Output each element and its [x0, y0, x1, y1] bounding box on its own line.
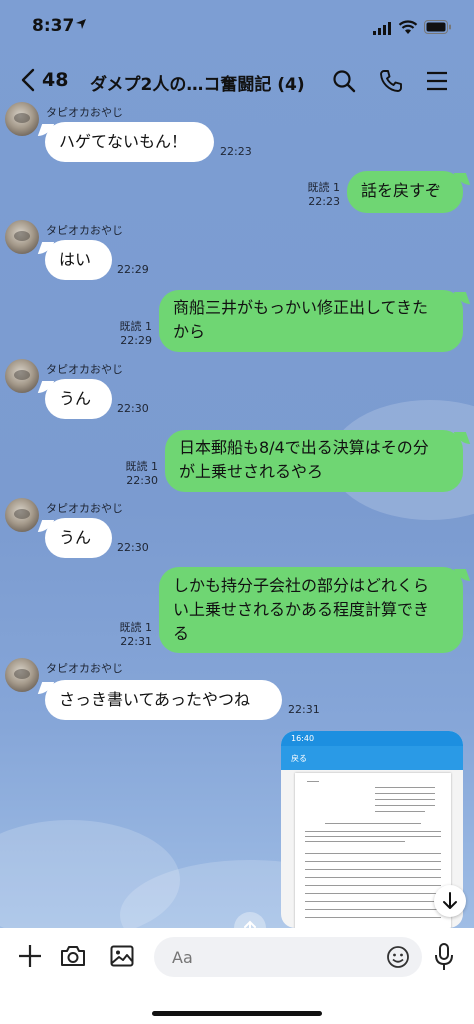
input-bar [0, 928, 474, 1024]
status-bar: 8:37 [0, 0, 474, 52]
cell-signal-icon [373, 22, 391, 35]
message-input[interactable] [154, 937, 422, 977]
back-chevron-icon[interactable] [20, 68, 36, 92]
scroll-to-bottom-button[interactable] [434, 885, 466, 917]
image-icon[interactable] [110, 944, 134, 968]
incoming-message[interactable]: うん [45, 379, 112, 419]
phone-call-icon[interactable] [379, 69, 403, 93]
outgoing-message[interactable]: 商船三井がもっかい修正出してきた から [159, 290, 463, 352]
incoming-message[interactable]: はい [45, 240, 112, 280]
document-preview [295, 773, 451, 928]
message-time: 22:31 [120, 635, 152, 648]
image-status-time: 16:40 [291, 734, 315, 743]
sender-name: タピオカおやじ [46, 363, 123, 376]
sender-name: タピオカおやじ [46, 662, 123, 675]
arrow-down-icon [443, 892, 457, 909]
read-receipt: 既読 1 22:30 [118, 460, 159, 488]
sender-avatar[interactable] [5, 498, 39, 532]
sender-name: タピオカおやじ [46, 224, 123, 237]
sender-name: タピオカおやじ [46, 502, 123, 515]
message-time: 22:29 [120, 334, 152, 347]
read-receipt: 既読 1 22:23 [300, 181, 341, 209]
message-time: 22:23 [308, 195, 340, 208]
incoming-message[interactable]: ハゲてないもん！ [45, 122, 214, 162]
sender-avatar[interactable] [5, 220, 39, 254]
status-time: 8:37 [32, 16, 75, 36]
wifi-icon [398, 20, 418, 34]
message-time: 22:23 [220, 145, 252, 158]
battery-icon [424, 20, 451, 34]
sender-name: タピオカおやじ [46, 106, 123, 119]
chat-header: 48 ダメプ2人の…コ奮闘記 (4) [0, 58, 474, 102]
message-time: 22:30 [117, 541, 149, 554]
read-label: 既読 1 [125, 460, 159, 473]
chat-title[interactable]: ダメプ2人の…コ奮闘記 (4) [90, 70, 305, 95]
sender-avatar[interactable] [5, 102, 39, 136]
sender-avatar[interactable] [5, 359, 39, 393]
image-nav-bar: 戻る [281, 746, 463, 770]
unread-count[interactable]: 48 [42, 69, 68, 91]
incoming-message[interactable]: うん [45, 518, 112, 558]
outgoing-message[interactable]: 日本郵船も8/4で出る決算はその分 が上乗せされるやろ [165, 430, 463, 492]
plus-icon[interactable] [18, 944, 42, 968]
emoji-icon[interactable] [386, 945, 410, 969]
outgoing-message[interactable]: 話を戻すぞ [347, 171, 463, 213]
menu-icon[interactable] [426, 71, 448, 91]
read-label: 既読 1 [119, 320, 153, 333]
camera-icon[interactable] [60, 944, 86, 968]
read-label: 既読 1 [307, 181, 341, 194]
read-label: 既読 1 [119, 621, 153, 634]
sender-avatar[interactable] [5, 658, 39, 692]
search-icon[interactable] [332, 69, 356, 93]
read-receipt: 既読 1 22:29 [112, 320, 153, 348]
home-indicator [152, 1011, 322, 1016]
image-status-bar: 16:40 [281, 731, 463, 746]
message-time: 22:30 [126, 474, 158, 487]
read-receipt: 既読 1 22:31 [112, 621, 153, 649]
location-arrow-icon [76, 19, 86, 29]
outgoing-message[interactable]: しかも持分子会社の部分はどれくら い上乗せされるかある程度計算でき る [159, 567, 463, 653]
message-time: 22:31 [288, 703, 320, 716]
incoming-message[interactable]: さっき書いてあったやつね [45, 680, 282, 720]
image-nav-label: 戻る [291, 754, 307, 763]
message-time: 22:30 [117, 402, 149, 415]
message-time: 22:29 [117, 263, 149, 276]
microphone-icon[interactable] [434, 943, 454, 971]
